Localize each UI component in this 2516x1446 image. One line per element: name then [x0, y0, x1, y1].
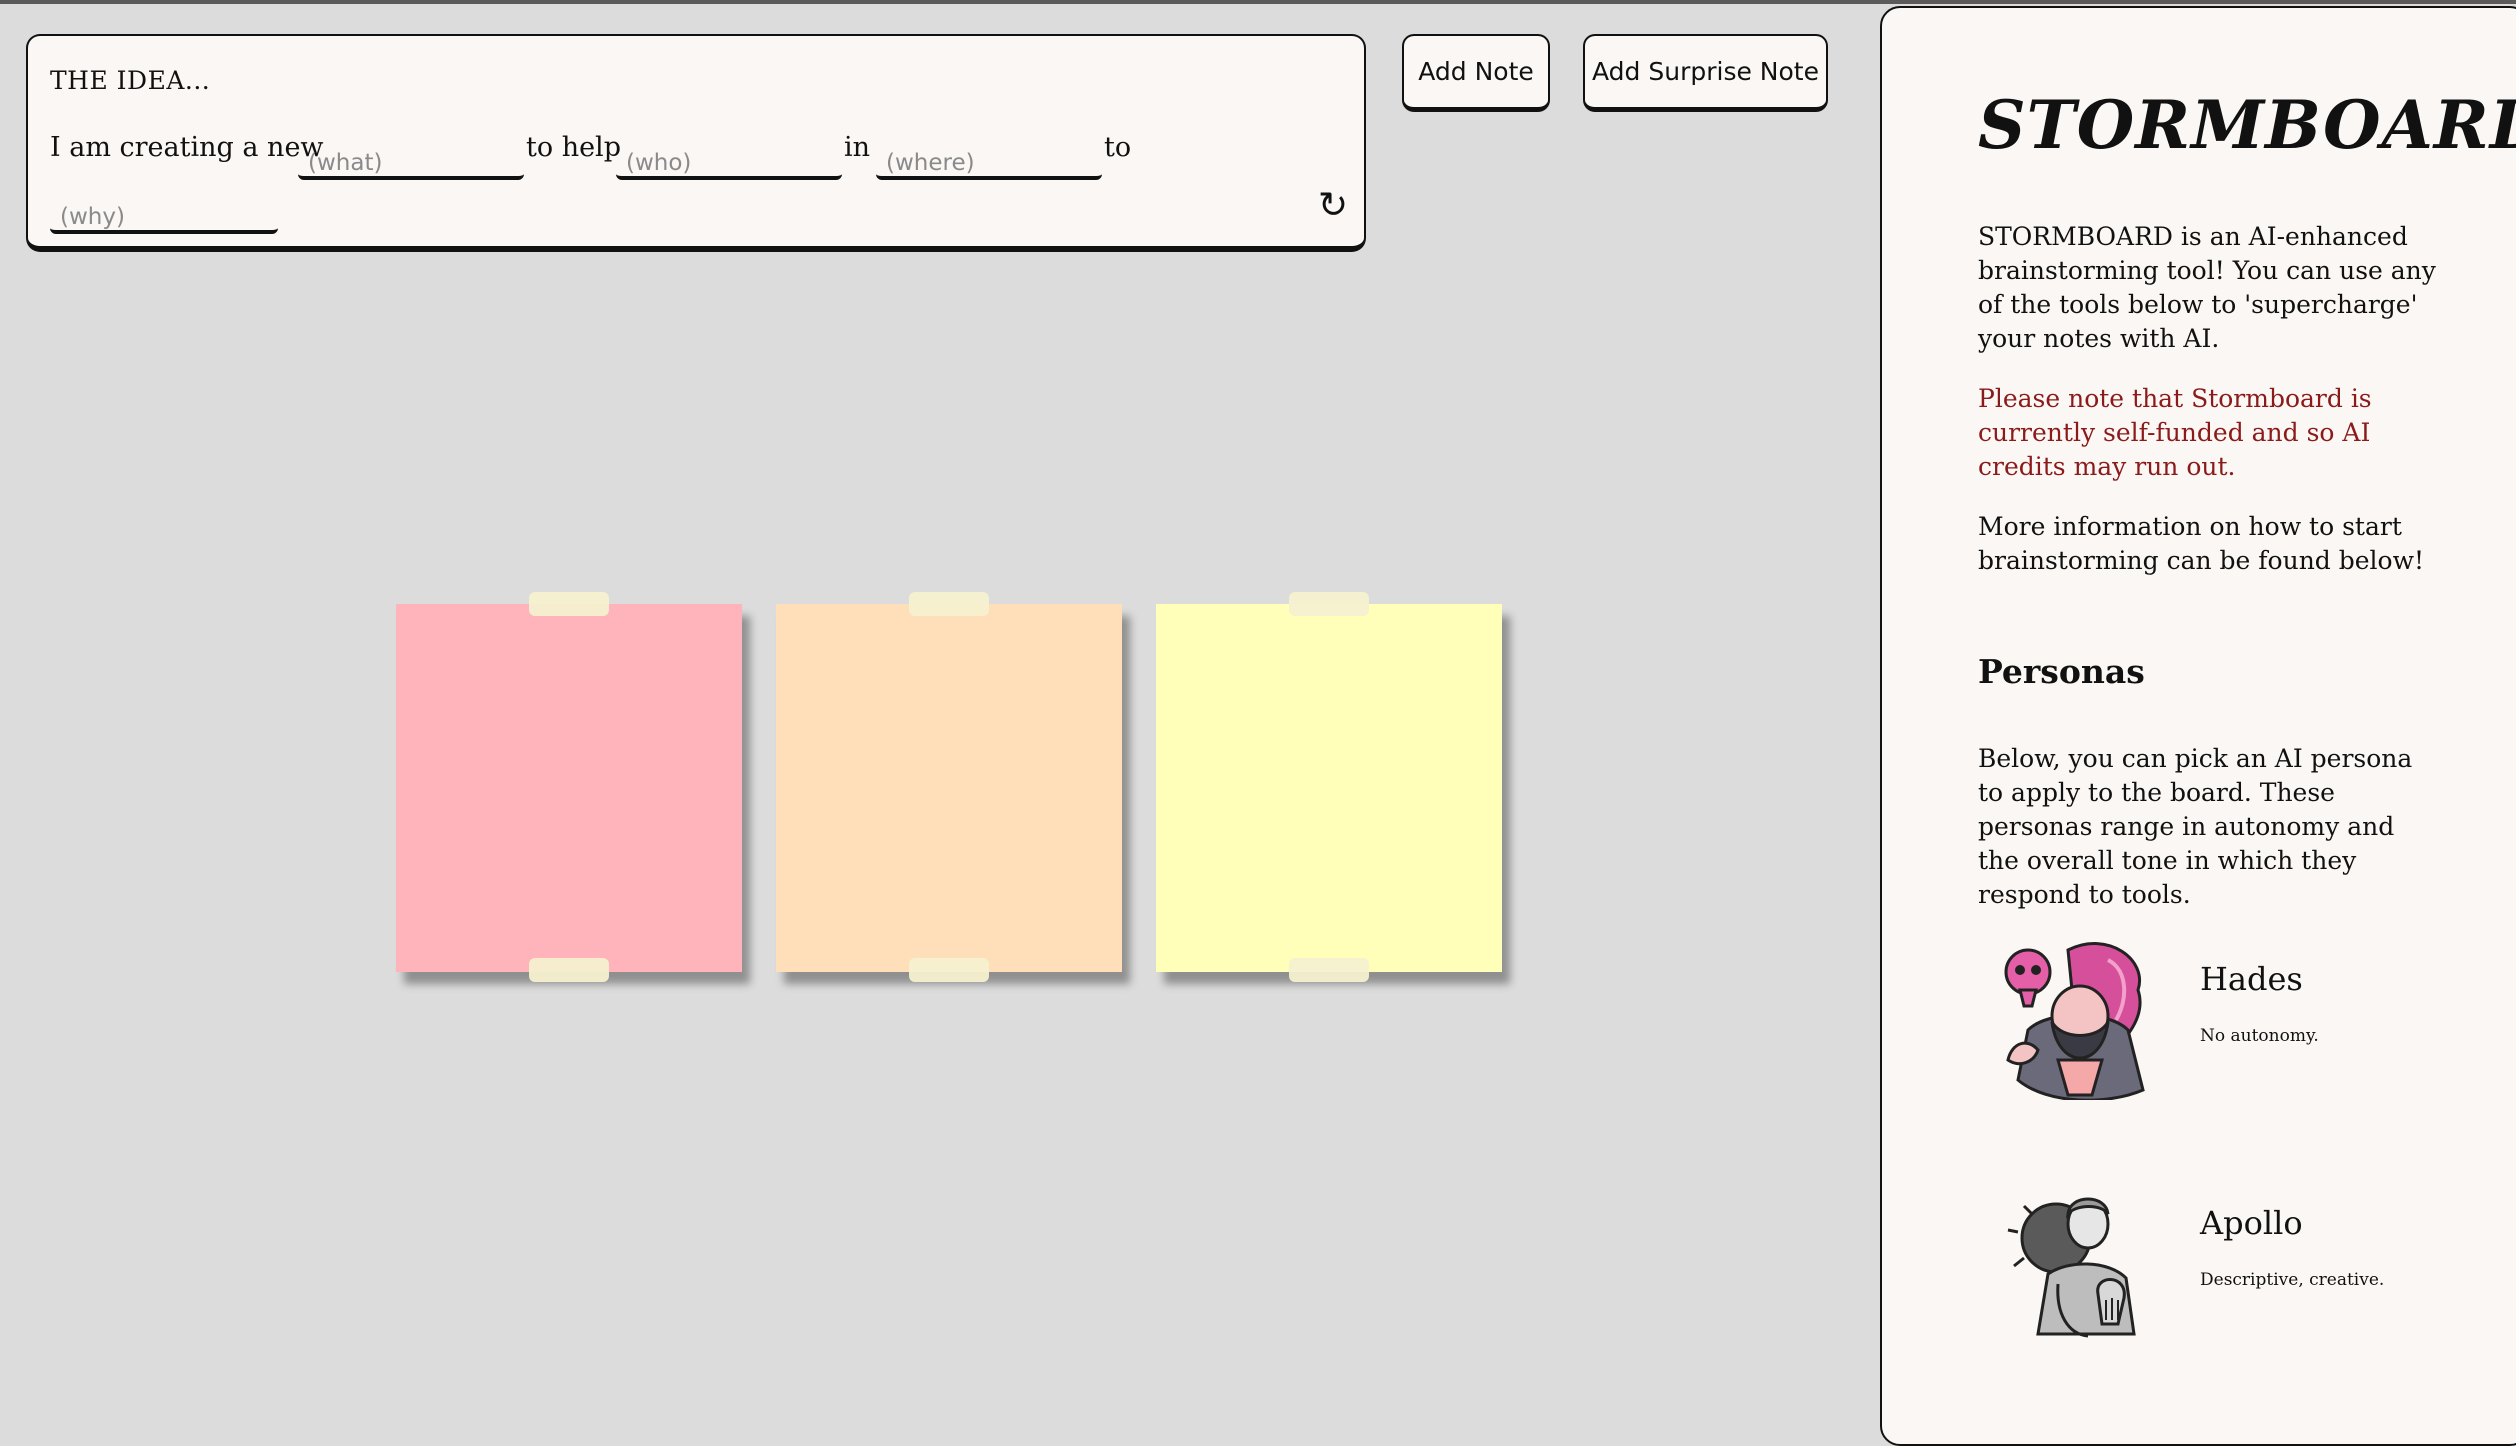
what-input[interactable]: (what) — [298, 140, 524, 180]
persona-hades[interactable]: Hades No autonomy. — [1978, 930, 2438, 1100]
tape-bottom — [1289, 958, 1369, 982]
idea-box: THE IDEA... I am creating a new (what) t… — [26, 34, 1366, 252]
intro-text: STORMBOARD is an AI-enhanced brainstormi… — [1978, 222, 2436, 353]
idea-heading: THE IDEA... — [50, 66, 211, 95]
why-input[interactable]: (why) — [50, 194, 278, 234]
personas-heading: Personas — [1978, 652, 2145, 691]
sticky-note[interactable] — [776, 592, 1122, 982]
persona-description: No autonomy. — [2200, 1026, 2319, 1046]
add-surprise-note-button[interactable]: Add Surprise Note — [1583, 34, 1828, 112]
more-info-text: More information on how to start brainst… — [1978, 512, 2425, 575]
persona-apollo[interactable]: Apollo Descriptive, creative. — [1978, 1174, 2438, 1344]
tape-bottom — [529, 958, 609, 982]
refresh-icon[interactable]: ↻ — [1318, 188, 1348, 224]
tape-top — [1289, 592, 1369, 616]
to-text: to — [1104, 132, 1132, 163]
idea-prefix-text: I am creating a new — [50, 132, 324, 163]
info-panel: STORMBOARD STORMBOARD is an AI-enhanced … — [1880, 6, 2516, 1446]
in-text: in — [844, 132, 871, 163]
app-title: STORMBOARD — [1978, 86, 2516, 164]
persona-name: Apollo — [2200, 1204, 2303, 1242]
who-input[interactable]: (who) — [616, 140, 842, 180]
hades-avatar-icon — [2004, 942, 2145, 1100]
personas-intro-text: Below, you can pick an AI persona to app… — [1978, 744, 2413, 909]
sticky-note[interactable] — [396, 592, 742, 982]
window-top-border — [0, 0, 2516, 4]
persona-description: Descriptive, creative. — [2200, 1270, 2385, 1290]
tape-top — [529, 592, 609, 616]
add-note-button[interactable]: Add Note — [1402, 34, 1550, 112]
tape-top — [909, 592, 989, 616]
to-help-text: to help — [526, 132, 621, 163]
sticky-note[interactable] — [1156, 592, 1502, 982]
where-input[interactable]: (where) — [876, 140, 1102, 180]
funding-warning-text: Please note that Stormboard is currently… — [1978, 384, 2372, 481]
apollo-avatar-icon — [2007, 1197, 2136, 1338]
persona-name: Hades — [2200, 960, 2303, 998]
tape-bottom — [909, 958, 989, 982]
